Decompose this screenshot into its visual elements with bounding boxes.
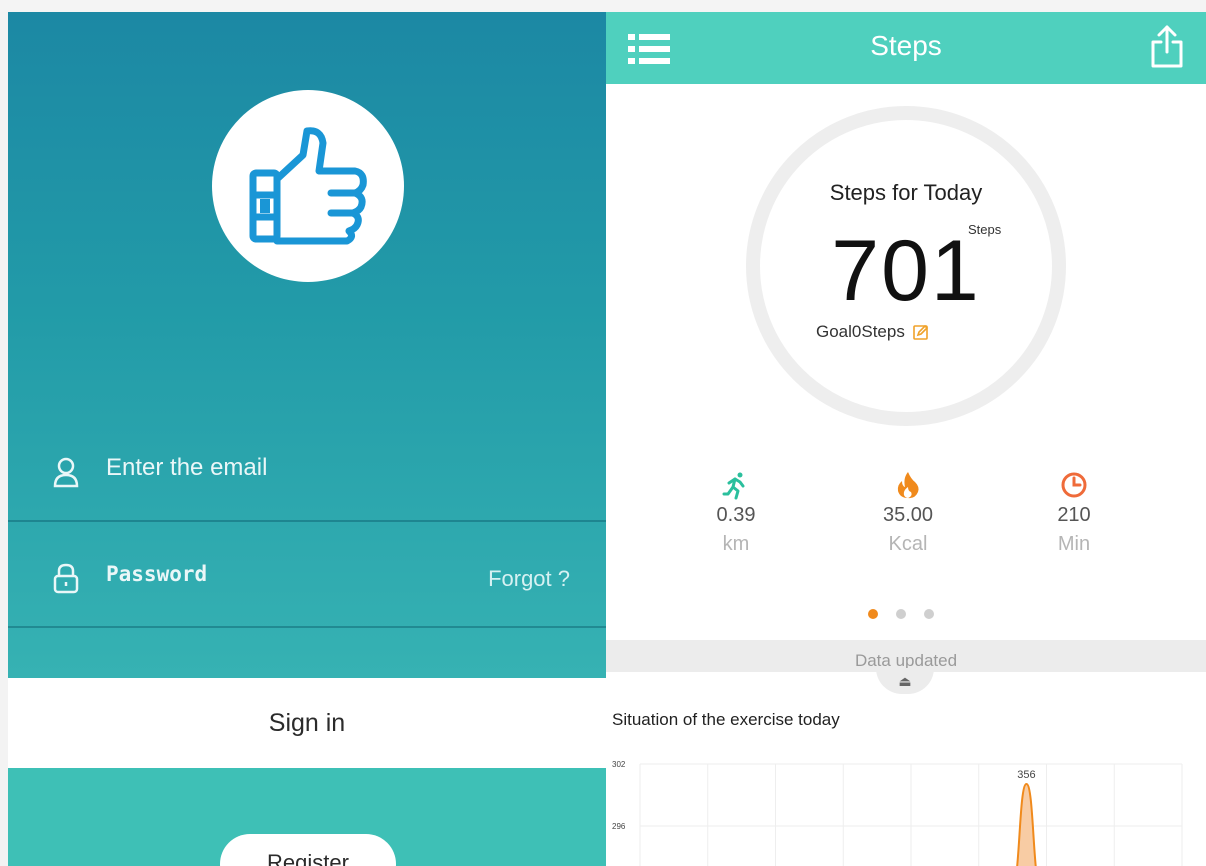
calories-metric: 35.00 Kcal xyxy=(848,470,968,556)
login-hero: Enter the email Password Forgot ? xyxy=(8,12,606,678)
password-field[interactable]: Password Forgot ? xyxy=(8,522,606,628)
duration-value: 210 xyxy=(1057,504,1091,526)
duration-metric: 210 Min xyxy=(1014,470,1134,556)
register-button[interactable]: Register xyxy=(220,834,396,866)
running-icon xyxy=(722,472,745,500)
page-dot-2[interactable] xyxy=(896,609,906,619)
steps-screen: Steps Steps for Today 701 Steps Goal0Ste… xyxy=(606,12,1206,866)
goal-row[interactable]: Goal0Steps xyxy=(816,322,929,342)
ring-title: Steps for Today xyxy=(829,180,983,205)
page-dot-3[interactable] xyxy=(924,609,934,619)
login-screen: Enter the email Password Forgot ? Sign i… xyxy=(8,12,606,866)
email-placeholder: Enter the email xyxy=(106,454,268,481)
distance-value: 0.39 xyxy=(716,504,756,526)
register-section: Register xyxy=(8,768,606,866)
top-strip xyxy=(0,0,1206,12)
peak-value-label: 356 xyxy=(1017,769,1035,781)
distance-metric: 0.39 km xyxy=(676,470,796,556)
user-icon xyxy=(53,457,79,488)
distance-unit: km xyxy=(722,533,750,555)
exercise-chart: 302 296 356 xyxy=(612,760,1183,866)
y-tick-label: 296 xyxy=(612,822,626,831)
step-count: 701 xyxy=(831,223,981,319)
sign-in-button[interactable]: Sign in xyxy=(8,678,606,768)
edit-icon[interactable] xyxy=(913,324,929,340)
password-placeholder: Password xyxy=(106,562,208,586)
calories-value: 35.00 xyxy=(882,504,934,526)
thumbs-up-icon xyxy=(249,127,367,245)
goal-text: Goal0Steps xyxy=(816,322,905,341)
section-title: Situation of the exercise today xyxy=(612,710,840,729)
email-field[interactable]: Enter the email xyxy=(8,416,606,522)
page-dot-1[interactable] xyxy=(868,609,878,619)
share-icon[interactable] xyxy=(1150,24,1184,68)
clock-icon xyxy=(1061,472,1087,498)
duration-unit: Min xyxy=(1057,533,1091,555)
calories-unit: Kcal xyxy=(888,533,928,555)
y-tick-label: 302 xyxy=(612,760,626,769)
lock-icon xyxy=(53,563,79,594)
screen-title: Steps xyxy=(870,30,942,61)
flame-icon xyxy=(897,472,919,499)
eject-icon[interactable]: ⏏ xyxy=(876,668,934,694)
app-bar: Steps xyxy=(606,12,1206,84)
page-indicator xyxy=(868,609,934,619)
forgot-password-link[interactable]: Forgot ? xyxy=(488,566,570,592)
step-unit: Steps xyxy=(968,222,1002,237)
app-logo xyxy=(212,90,404,282)
